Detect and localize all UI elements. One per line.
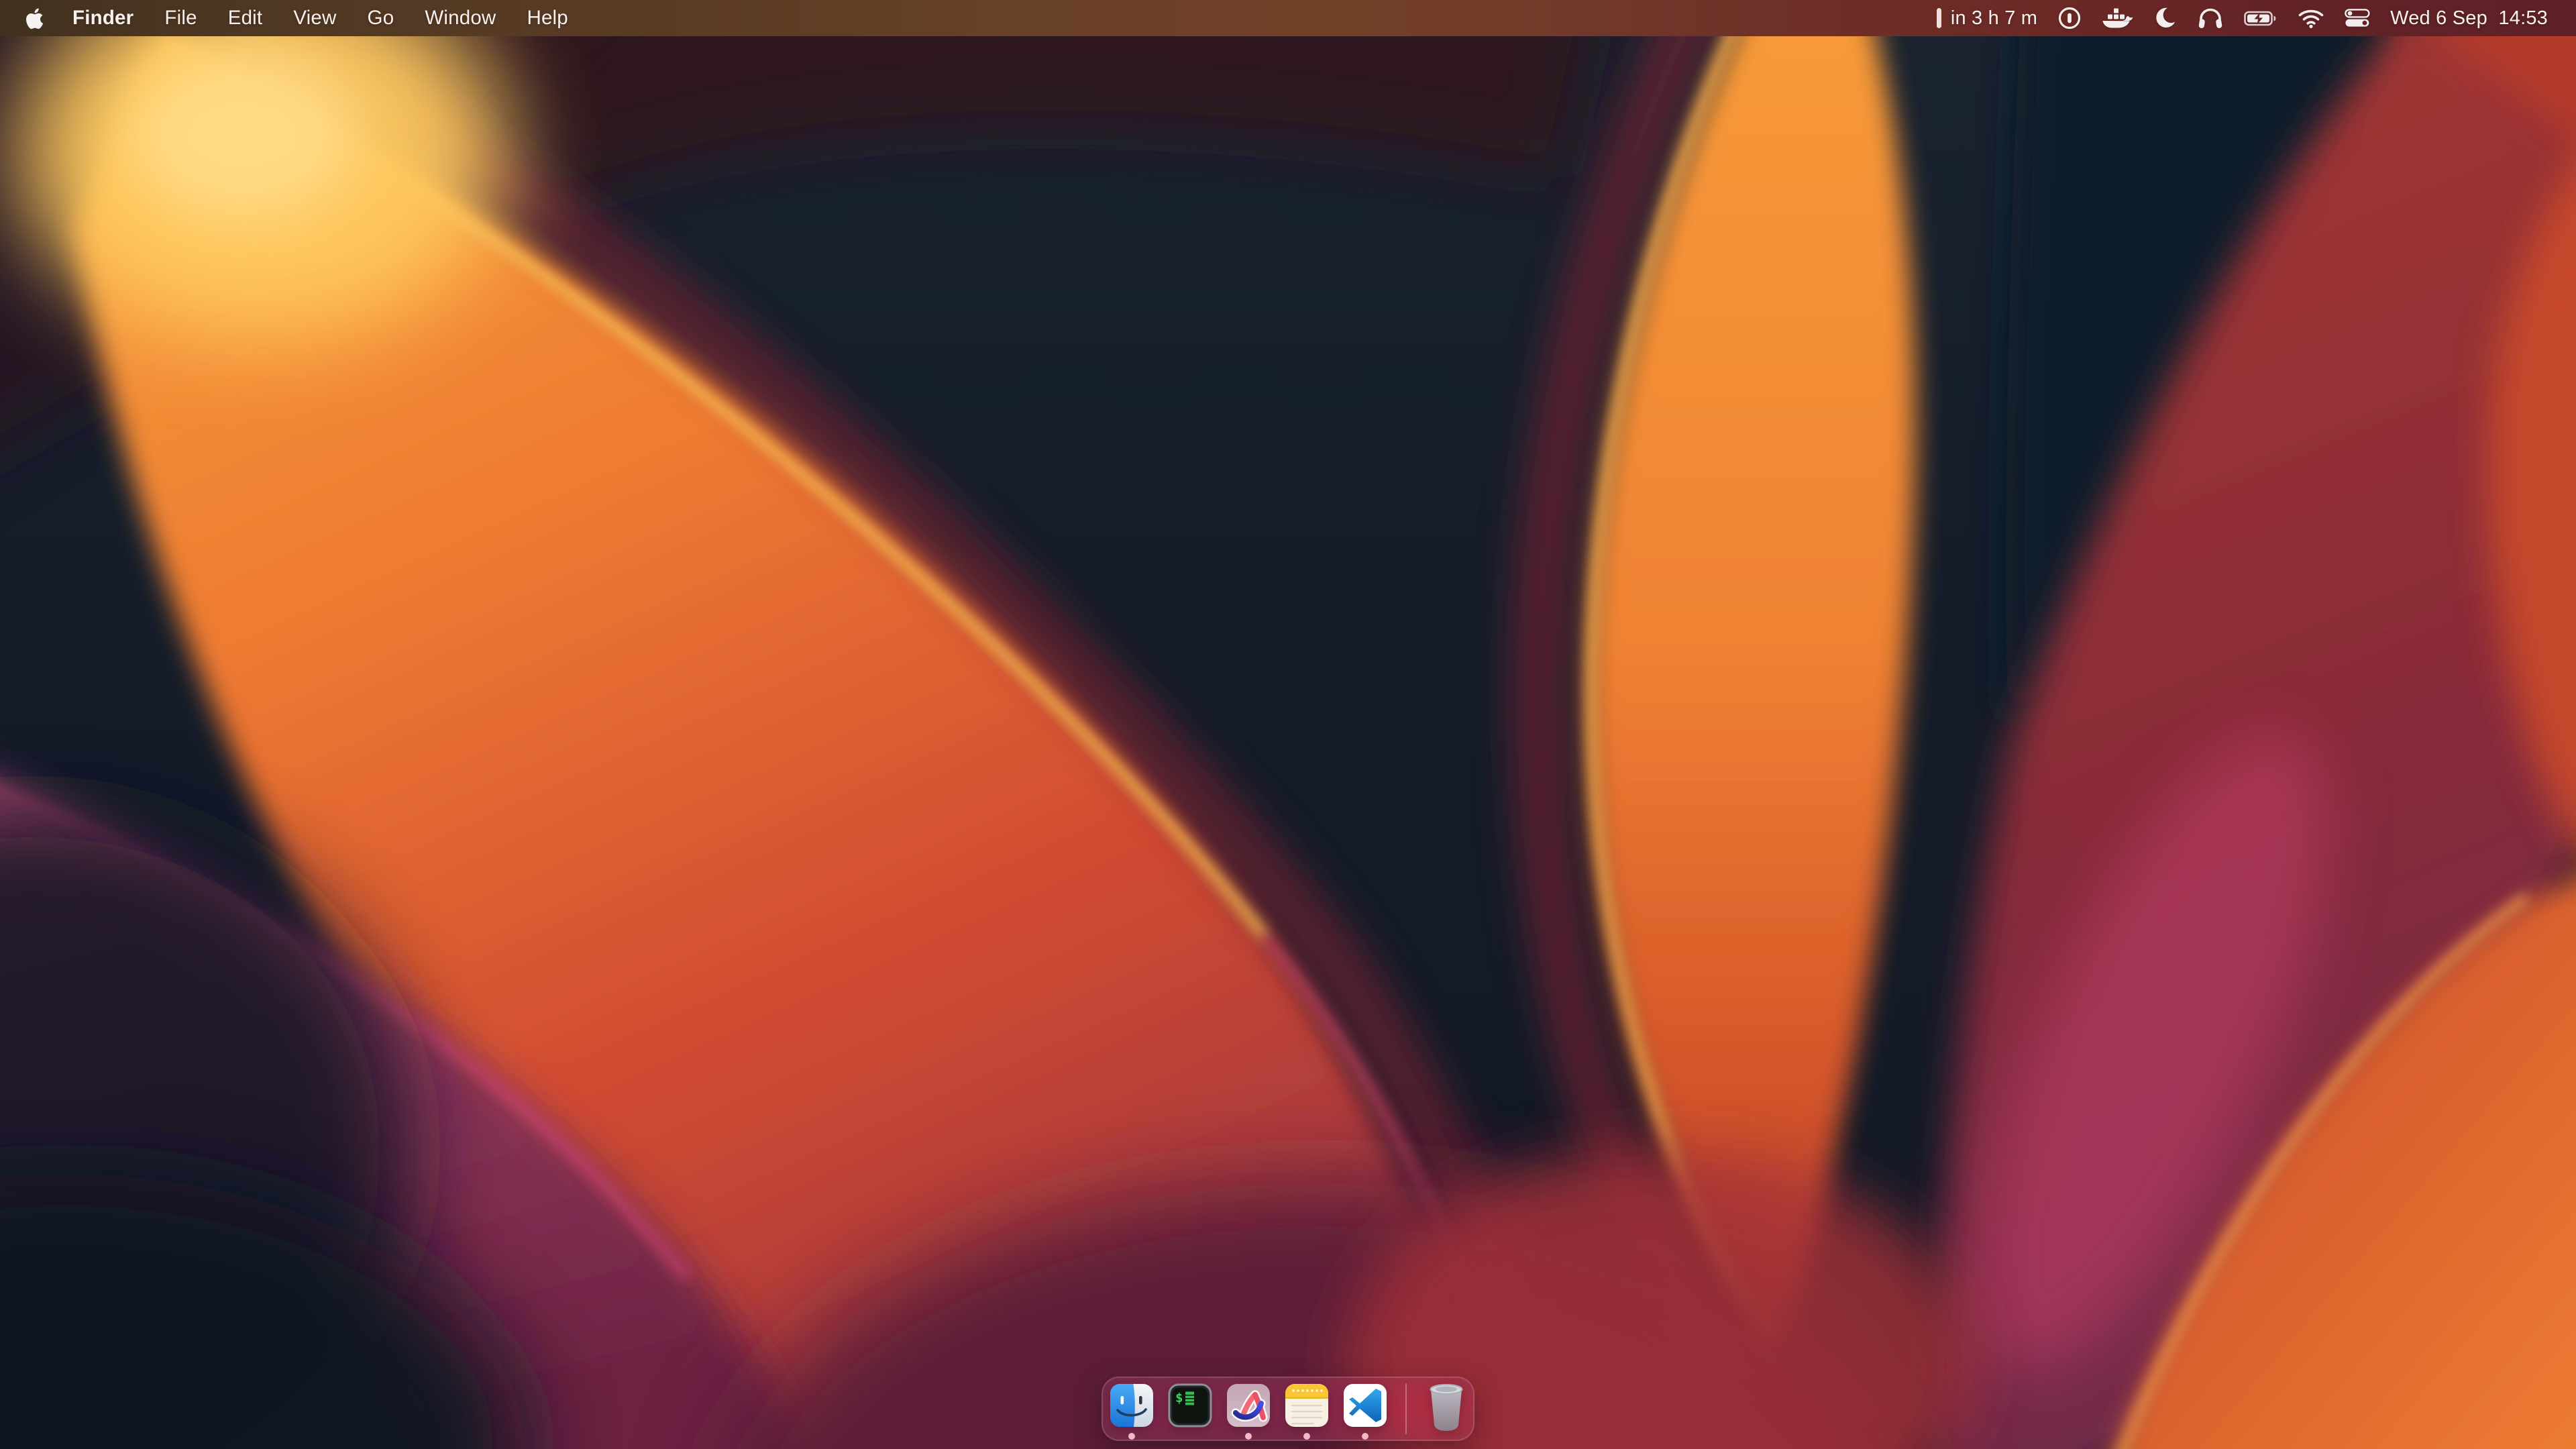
focus-menu-item[interactable] [2154, 0, 2177, 36]
running-indicator [1303, 1433, 1310, 1440]
vscode-icon [1343, 1383, 1387, 1428]
battery-charging-icon [2244, 9, 2277, 28]
one-password-menu-item[interactable] [2057, 0, 2082, 36]
menu-item-finder[interactable]: Finder [57, 0, 149, 36]
finder-icon [1110, 1383, 1154, 1428]
dock-item-arc-browser[interactable] [1226, 1383, 1271, 1428]
menu-item-window[interactable]: Window [409, 0, 511, 36]
dock-separator [1405, 1383, 1407, 1434]
wifi-icon [2298, 8, 2324, 29]
arc-browser-icon [1226, 1383, 1271, 1428]
control-center-icon [2345, 9, 2370, 28]
dock-item-notes[interactable] [1285, 1383, 1329, 1428]
timer-bar-icon [1937, 8, 1941, 28]
headphones-icon [2197, 6, 2224, 30]
dock-item-vscode[interactable] [1343, 1383, 1387, 1428]
desktop-wallpaper [0, 0, 2576, 1449]
moon-icon [2154, 7, 2177, 30]
menu-item-edit[interactable]: Edit [213, 0, 278, 36]
menu-bar-clock[interactable]: Wed 6 Sep 14:53 [2390, 0, 2548, 36]
status-area: in 3 h 7 m [1937, 0, 2576, 36]
dock-item-trash[interactable] [1425, 1381, 1468, 1432]
dock-item-finder[interactable] [1110, 1383, 1154, 1428]
svg-text:$: $ [1175, 1391, 1183, 1405]
control-center-menu-item[interactable] [2345, 0, 2370, 36]
notes-icon [1285, 1383, 1329, 1428]
terminal-icon: $ [1168, 1383, 1212, 1428]
menu-item-help[interactable]: Help [511, 0, 583, 36]
dock-item-terminal[interactable]: $ [1168, 1383, 1212, 1428]
docker-menu-item[interactable] [2102, 0, 2134, 36]
docker-icon [2102, 7, 2134, 30]
wifi-menu-item[interactable] [2298, 0, 2324, 36]
menu-bar: Finder File Edit View Go Window Help in … [0, 0, 2576, 36]
timer-status[interactable]: in 3 h 7 m [1937, 0, 2037, 36]
menu-item-go[interactable]: Go [352, 0, 410, 36]
menu-bar-left: Finder File Edit View Go Window Help [0, 0, 584, 36]
audio-menu-item[interactable] [2197, 0, 2224, 36]
menu-item-file[interactable]: File [149, 0, 212, 36]
trash-icon [1425, 1381, 1468, 1432]
dock: $ [1102, 1377, 1474, 1441]
apple-icon [25, 7, 44, 30]
running-indicator [1128, 1433, 1135, 1440]
one-password-icon [2057, 6, 2082, 30]
apple-menu[interactable] [25, 7, 44, 30]
battery-menu-item[interactable] [2244, 0, 2277, 36]
timer-text: in 3 h 7 m [1951, 7, 2037, 30]
running-indicator [1245, 1433, 1252, 1440]
running-indicator [1362, 1433, 1368, 1440]
menu-item-view[interactable]: View [278, 0, 352, 36]
